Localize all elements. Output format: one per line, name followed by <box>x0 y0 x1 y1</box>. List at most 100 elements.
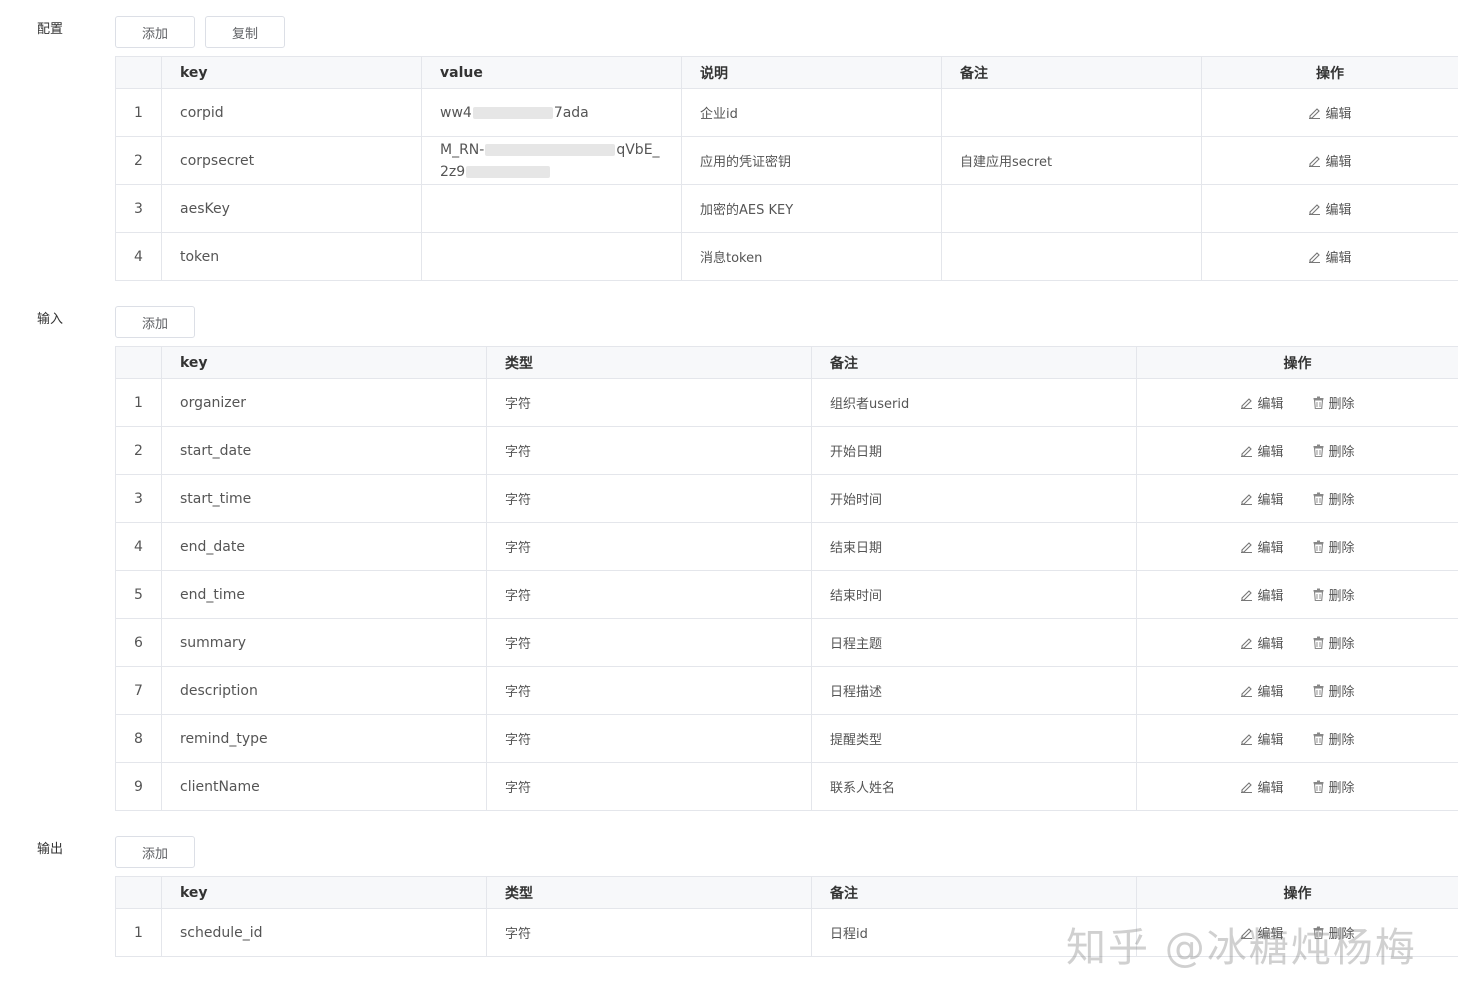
row-ops: 编辑 删除 <box>1136 474 1458 523</box>
header-index <box>115 346 162 379</box>
trash-icon <box>1313 492 1323 505</box>
header-value: value <box>421 56 682 89</box>
row-key: end_time <box>161 570 487 619</box>
edit-button[interactable]: 编辑 <box>1308 103 1352 122</box>
delete-button[interactable]: 删除 <box>1312 441 1355 460</box>
header-ops: 操作 <box>1136 876 1458 909</box>
pencil-icon <box>1309 251 1321 263</box>
delete-button[interactable]: 删除 <box>1312 393 1355 412</box>
delete-label: 删除 <box>1328 540 1355 556</box>
row-index: 6 <box>115 618 162 667</box>
row-key: clientName <box>161 762 487 811</box>
header-type: 类型 <box>486 346 812 379</box>
header-ops: 操作 <box>1136 346 1458 379</box>
row-ops: 编辑 <box>1201 88 1458 137</box>
row-type: 字符 <box>486 762 812 811</box>
row-key: corpsecret <box>161 136 422 185</box>
delete-label: 删除 <box>1328 780 1355 796</box>
edit-label: 编辑 <box>1257 780 1284 796</box>
table-row: 2 start_date 字符 开始日期 编辑 删除 <box>115 426 1458 475</box>
header-remark: 备注 <box>811 876 1137 909</box>
edit-label: 编辑 <box>1257 396 1284 412</box>
delete-label: 删除 <box>1328 684 1355 700</box>
redacted-blur <box>485 143 616 156</box>
row-remark: 日程主题 <box>811 618 1137 667</box>
row-type: 字符 <box>486 426 812 475</box>
edit-button[interactable]: 编辑 <box>1308 151 1352 170</box>
row-key: remind_type <box>161 714 487 763</box>
edit-label: 编辑 <box>1325 202 1352 218</box>
row-ops: 编辑 删除 <box>1136 762 1458 811</box>
delete-button[interactable]: 删除 <box>1312 681 1355 700</box>
row-desc: 加密的AES KEY <box>681 184 942 233</box>
edit-button[interactable]: 编辑 <box>1308 247 1352 266</box>
config-copy-button[interactable]: 复制 <box>205 16 285 48</box>
table-row: 3 start_time 字符 开始时间 编辑 删除 <box>115 474 1458 523</box>
value-part: ww4 <box>440 104 472 121</box>
header-key: key <box>161 56 422 89</box>
row-remark <box>941 232 1202 281</box>
delete-button[interactable]: 删除 <box>1312 537 1355 556</box>
row-ops: 编辑 删除 <box>1136 666 1458 715</box>
value-part: 7ada <box>553 104 589 121</box>
delete-button[interactable]: 删除 <box>1312 729 1355 748</box>
config-add-button[interactable]: 添加 <box>115 16 195 48</box>
table-row: 9 clientName 字符 联系人姓名 编辑 删除 <box>115 762 1458 811</box>
table-row: 5 end_time 字符 结束时间 编辑 删除 <box>115 570 1458 619</box>
input-add-button[interactable]: 添加 <box>115 306 195 338</box>
edit-label: 编辑 <box>1325 154 1352 170</box>
row-type: 字符 <box>486 618 812 667</box>
trash-icon <box>1313 684 1323 697</box>
row-ops: 编辑 删除 <box>1136 570 1458 619</box>
edit-label: 编辑 <box>1257 732 1284 748</box>
edit-button[interactable]: 编辑 <box>1308 199 1352 218</box>
delete-button[interactable]: 删除 <box>1312 777 1355 796</box>
input-section-label: 输入 <box>37 312 64 327</box>
edit-button[interactable]: 编辑 <box>1240 393 1284 412</box>
row-key: description <box>161 666 487 715</box>
trash-icon <box>1313 732 1323 745</box>
edit-button[interactable]: 编辑 <box>1240 441 1284 460</box>
header-remark: 备注 <box>941 56 1202 89</box>
row-index: 8 <box>115 714 162 763</box>
row-index: 1 <box>115 378 162 427</box>
row-index: 2 <box>115 136 162 185</box>
edit-button[interactable]: 编辑 <box>1240 729 1284 748</box>
pencil-icon <box>1241 685 1253 697</box>
edit-button[interactable]: 编辑 <box>1240 537 1284 556</box>
row-type: 字符 <box>486 714 812 763</box>
row-index: 4 <box>115 522 162 571</box>
row-key: token <box>161 232 422 281</box>
pencil-icon <box>1241 397 1253 409</box>
row-desc: 消息token <box>681 232 942 281</box>
delete-button[interactable]: 删除 <box>1312 489 1355 508</box>
edit-button[interactable]: 编辑 <box>1240 777 1284 796</box>
config-section-label: 配置 <box>37 22 64 37</box>
pencil-icon <box>1241 493 1253 505</box>
edit-label: 编辑 <box>1257 492 1284 508</box>
trash-icon <box>1313 396 1323 409</box>
delete-button[interactable]: 删除 <box>1312 585 1355 604</box>
row-key: end_date <box>161 522 487 571</box>
row-remark: 组织者userid <box>811 378 1137 427</box>
delete-button[interactable]: 删除 <box>1312 633 1355 652</box>
row-remark: 日程描述 <box>811 666 1137 715</box>
row-desc: 企业id <box>681 88 942 137</box>
row-key: aesKey <box>161 184 422 233</box>
pencil-icon <box>1241 781 1253 793</box>
pencil-icon <box>1241 589 1253 601</box>
table-row: 1 corpid ww4 7ada 企业id 编辑 <box>115 88 1458 137</box>
delete-label: 删除 <box>1328 732 1355 748</box>
row-value: ww4 7ada <box>421 88 682 137</box>
output-add-button[interactable]: 添加 <box>115 836 195 868</box>
edit-button[interactable]: 编辑 <box>1240 681 1284 700</box>
row-ops: 编辑 删除 <box>1136 522 1458 571</box>
trash-icon <box>1313 444 1323 457</box>
row-index: 3 <box>115 474 162 523</box>
edit-button[interactable]: 编辑 <box>1240 489 1284 508</box>
edit-button[interactable]: 编辑 <box>1240 633 1284 652</box>
row-ops: 编辑 删除 <box>1136 618 1458 667</box>
delete-label: 删除 <box>1328 588 1355 604</box>
row-ops: 编辑 删除 <box>1136 714 1458 763</box>
edit-button[interactable]: 编辑 <box>1240 585 1284 604</box>
